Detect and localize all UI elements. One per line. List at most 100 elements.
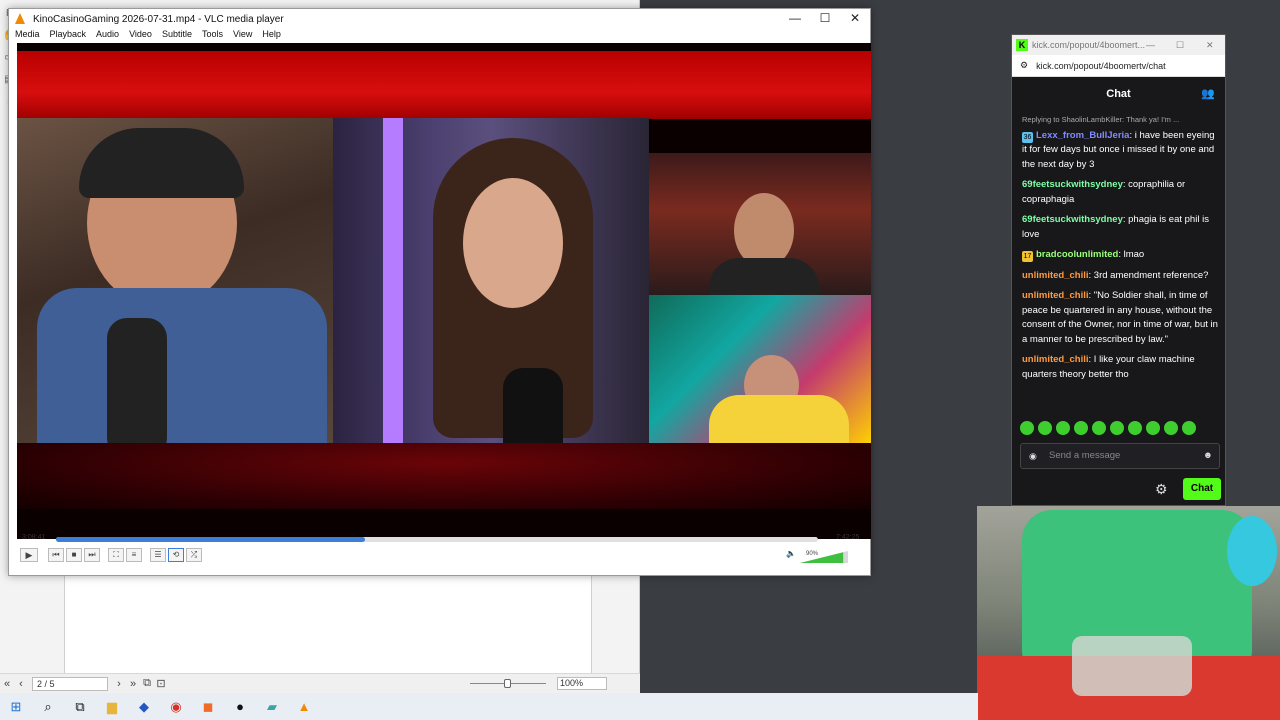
chrome-icon[interactable]: ◉: [160, 699, 192, 715]
zoom-level[interactable]: 100%: [557, 677, 607, 690]
previous-button[interactable]: ⏮: [48, 548, 64, 562]
copy-icon[interactable]: ⧉: [140, 677, 154, 690]
emote-icon[interactable]: [1092, 421, 1106, 435]
guest-camera-bottom-right: [649, 295, 871, 455]
kick-close-button[interactable]: ✕: [1206, 40, 1214, 51]
chat-text: 3rd amendment reference?: [1093, 269, 1209, 281]
chat-username[interactable]: 69feetsuckwithsydney: [1022, 214, 1123, 225]
kick-maximize-button[interactable]: ☐: [1176, 40, 1184, 51]
kick-address-bar[interactable]: ⚙ kick.com/popout/4boomertv/chat: [1012, 55, 1225, 77]
vlc-menu-bar: Media Playback Audio Video Subtitle Tool…: [9, 29, 870, 43]
last-page-icon[interactable]: »: [126, 678, 140, 690]
file-explorer-icon[interactable]: ▆: [96, 699, 128, 715]
search-icon[interactable]: ⌕: [32, 699, 64, 715]
minimize-button[interactable]: —: [780, 9, 810, 29]
kick-minimize-button[interactable]: —: [1146, 40, 1155, 50]
kick-logo-icon: K: [1016, 39, 1028, 51]
emote-icon[interactable]: [1164, 421, 1178, 435]
chat-username[interactable]: unlimited_chili: [1022, 354, 1089, 365]
chat-message: 17 bradcoolunlimited: lmao: [1022, 249, 1145, 262]
close-button[interactable]: ✕: [840, 9, 870, 29]
seek-bar[interactable]: [56, 537, 818, 542]
kick-window-title: kick.com/popout/4boomert...: [1032, 40, 1146, 50]
stop-button[interactable]: ■: [66, 548, 82, 562]
speaker-icon[interactable]: 🔈: [786, 549, 796, 558]
total-time: 7:42:25: [836, 534, 860, 541]
site-settings-icon[interactable]: ⚙: [1020, 60, 1028, 71]
chat-message: unlimited_chili: I like your claw machin…: [1022, 354, 1195, 380]
emote-icon[interactable]: [1038, 421, 1052, 435]
chat-messages: Replying to ShaolinLambKiller: Thank ya!…: [1022, 113, 1218, 413]
first-page-icon[interactable]: «: [0, 678, 14, 690]
play-button[interactable]: ▶: [20, 548, 38, 562]
maximize-button[interactable]: ☐: [810, 9, 840, 29]
emote-icon[interactable]: [1110, 421, 1124, 435]
loop-button[interactable]: ⟲: [168, 548, 184, 562]
start-icon[interactable]: ⊞: [0, 699, 32, 715]
video-frame[interactable]: [17, 43, 871, 539]
chat-username[interactable]: unlimited_chili: [1022, 290, 1089, 301]
kick-title-bar: K kick.com/popout/4boomert... — ☐ ✕: [1012, 35, 1225, 55]
emote-bar: [1020, 421, 1220, 437]
document-page: [64, 575, 592, 675]
chat-message: 69feetsuckwithsydney: copraphilia or cop…: [1022, 179, 1186, 205]
menu-subtitle[interactable]: Subtitle: [162, 29, 192, 43]
seek-bar-fill: [56, 537, 365, 542]
stream-overlay-top: [17, 51, 871, 119]
emote-icon[interactable]: [1182, 421, 1196, 435]
page-number-field[interactable]: 2 / 5: [32, 676, 108, 691]
menu-media[interactable]: Media: [15, 29, 40, 43]
vlc-window: KinoCasinoGaming 2026-07-31.mp4 - VLC me…: [8, 8, 871, 576]
host-camera-center: [333, 118, 649, 478]
extended-settings-button[interactable]: ≡: [126, 548, 142, 562]
chat-username[interactable]: unlimited_chili: [1022, 270, 1089, 281]
chat-username[interactable]: Lexx_from_BullJeria: [1036, 130, 1129, 141]
menu-video[interactable]: Video: [129, 29, 152, 43]
emote-icon[interactable]: [1128, 421, 1142, 435]
fullscreen-button[interactable]: ⛶: [108, 548, 124, 562]
menu-playback[interactable]: Playback: [50, 29, 87, 43]
shuffle-button[interactable]: ⤮: [186, 548, 202, 562]
reply-context: Replying to ShaolinLambKiller: Thank ya!…: [1022, 115, 1180, 124]
sub-badge: 36: [1022, 131, 1033, 143]
vlc-window-title: KinoCasinoGaming 2026-07-31.mp4 - VLC me…: [33, 13, 284, 25]
emote-icon[interactable]: [1146, 421, 1160, 435]
host-camera-left: [17, 118, 333, 488]
chat-header: Chat 👥: [1012, 79, 1225, 109]
chat-input-placeholder: Send a message: [1049, 450, 1121, 461]
user-list-icon[interactable]: 👥: [1201, 79, 1215, 109]
chat-message: 69feetsuckwithsydney: phagia is eat phil…: [1022, 214, 1209, 240]
app-icon[interactable]: ●: [224, 699, 256, 714]
send-chat-button[interactable]: Chat: [1183, 478, 1221, 500]
emoji-icon[interactable]: ☻: [1203, 444, 1213, 468]
document-status-bar: « ‹ 2 / 5 › » ⧉ ⊡ 100%: [0, 673, 640, 693]
playlist-button[interactable]: ☰: [150, 548, 166, 562]
chat-username[interactable]: 69feetsuckwithsydney: [1022, 179, 1123, 190]
chat-settings-gear-icon[interactable]: ⚙: [1155, 481, 1168, 498]
app-icon[interactable]: ◼: [192, 699, 224, 715]
chat-username[interactable]: bradcoolunlimited: [1036, 249, 1118, 260]
menu-tools[interactable]: Tools: [202, 29, 223, 43]
emote-icon[interactable]: [1056, 421, 1070, 435]
app-icon[interactable]: ◆: [128, 699, 160, 715]
vlc-title-bar: KinoCasinoGaming 2026-07-31.mp4 - VLC me…: [9, 9, 870, 29]
kick-url[interactable]: kick.com/popout/4boomertv/chat: [1036, 61, 1166, 71]
prev-page-icon[interactable]: ‹: [14, 678, 28, 690]
taskbar: ⊞ ⌕ ⧉ ▆ ◆ ◉ ◼ ● ▰ ▲: [0, 693, 978, 720]
vlc-cone-icon: [13, 13, 27, 25]
vlc-taskbar-icon[interactable]: ▲: [288, 699, 320, 714]
menu-view[interactable]: View: [233, 29, 252, 43]
next-button[interactable]: ⏭: [84, 548, 100, 562]
menu-audio[interactable]: Audio: [96, 29, 119, 43]
app-icon[interactable]: ▰: [256, 699, 288, 715]
menu-help[interactable]: Help: [262, 29, 281, 43]
chat-input-icon: ◉: [1029, 451, 1037, 461]
chat-title: Chat: [1106, 88, 1131, 100]
fit-icon[interactable]: ⊡: [154, 677, 168, 690]
emote-icon[interactable]: [1074, 421, 1088, 435]
task-view-icon[interactable]: ⧉: [64, 699, 96, 715]
next-page-icon[interactable]: ›: [112, 678, 126, 690]
chat-input[interactable]: ◉ Send a message ☻: [1020, 443, 1220, 469]
emote-icon[interactable]: [1020, 421, 1034, 435]
zoom-slider-thumb[interactable]: [504, 679, 511, 688]
